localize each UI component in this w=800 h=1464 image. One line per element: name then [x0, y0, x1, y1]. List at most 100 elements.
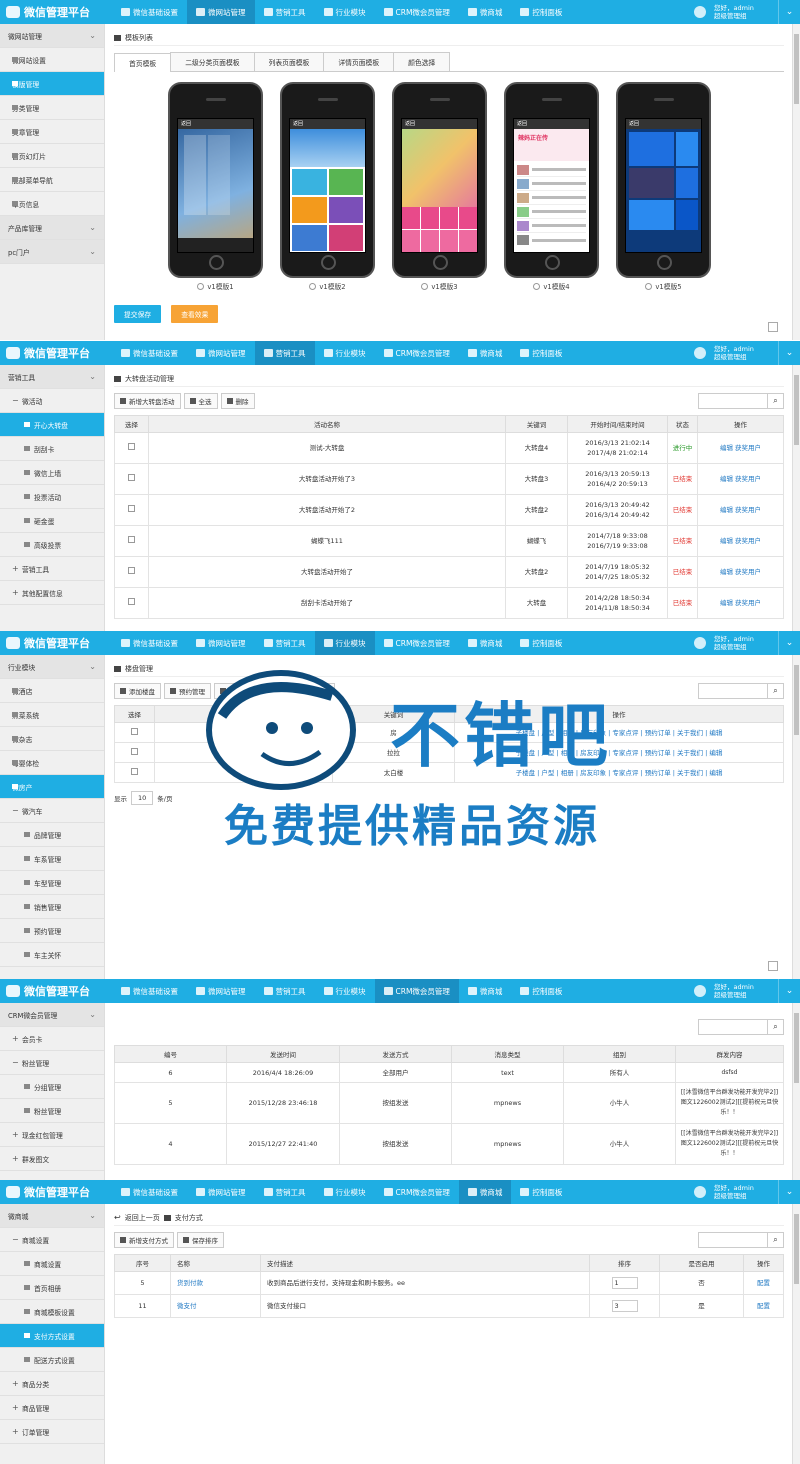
search-icon[interactable]: ⌕ — [768, 683, 784, 699]
payment-name-link[interactable]: 微支付 — [170, 1294, 261, 1318]
scrollbar[interactable] — [792, 365, 800, 631]
home-icon[interactable] — [163, 1214, 171, 1221]
row-checkbox[interactable] — [128, 505, 135, 512]
row-checkbox[interactable] — [128, 536, 135, 543]
home-icon[interactable] — [114, 665, 121, 672]
edit-link[interactable]: 编辑 — [720, 475, 733, 483]
row-checkbox[interactable] — [128, 598, 135, 605]
sidebar-item[interactable]: 分类管理 — [0, 96, 104, 120]
nav-item-0[interactable]: 微信基础设置 — [112, 341, 187, 365]
nav-item-2[interactable]: 营销工具 — [255, 979, 315, 1003]
user-box[interactable]: 您好，admin 超级管理组 — [688, 0, 778, 24]
row-checkbox[interactable] — [131, 727, 138, 735]
sidebar-item[interactable]: + 商品分类 — [0, 1372, 104, 1396]
resize-icon[interactable] — [768, 322, 778, 332]
sidebar-item[interactable]: 行业模块 ⌄ — [0, 655, 104, 679]
nav-item-1[interactable]: 微网站管理 — [187, 0, 255, 24]
save-button[interactable]: 提交保存 — [114, 305, 162, 323]
sidebar-item[interactable]: 微杂志 — [0, 727, 104, 751]
chevron-down-icon[interactable]: ⌄ — [778, 631, 800, 655]
template-option[interactable]: 返回 v1模版2 — [280, 82, 375, 291]
radio-icon[interactable] — [533, 282, 541, 290]
sidebar-item[interactable]: 产品库管理 ⌄ — [0, 216, 104, 240]
nav-item-6[interactable]: 控制面板 — [511, 341, 571, 365]
collapse-icon[interactable]: − — [12, 396, 19, 405]
sidebar-item[interactable]: 底部菜单导航 — [0, 168, 104, 192]
sidebar-item[interactable]: − 粉丝管理 — [0, 1051, 104, 1075]
sidebar-item[interactable]: 商城设置 — [0, 1252, 104, 1276]
home-icon[interactable] — [114, 375, 121, 382]
row-checkbox[interactable] — [131, 767, 138, 775]
edit-link[interactable]: 编辑 — [720, 537, 733, 545]
sidebar-item[interactable]: 销售管理 — [0, 895, 104, 919]
sidebar-item[interactable]: 母婴体检 — [0, 751, 104, 775]
sidebar-item[interactable]: pc门户 ⌄ — [0, 240, 104, 264]
expand-icon[interactable]: + — [12, 1427, 19, 1436]
sidebar-item[interactable]: + 群发图文 — [0, 1147, 104, 1171]
expand-icon[interactable]: + — [12, 588, 19, 597]
nav-item-0[interactable]: 微信基础设置 — [112, 631, 187, 655]
nav-item-4[interactable]: CRM微会员管理 — [375, 0, 459, 24]
sidebar-item[interactable]: − 微汽车 — [0, 799, 104, 823]
edit-link[interactable]: 编辑 — [720, 568, 733, 576]
tab-detail-template[interactable]: 详情页面模板 — [323, 52, 395, 71]
nav-item-3[interactable]: 行业模块 — [315, 0, 375, 24]
winners-link[interactable]: 获奖用户 — [735, 444, 761, 452]
config-link[interactable]: 配置 — [743, 1294, 784, 1318]
scrollbar[interactable] — [792, 1003, 800, 1180]
sidebar-item[interactable]: 高级投票 — [0, 533, 104, 557]
winners-link[interactable]: 获奖用户 — [735, 537, 761, 545]
sidebar-item[interactable]: + 会员卡 — [0, 1027, 104, 1051]
sidebar-item[interactable]: 品牌管理 — [0, 823, 104, 847]
nav-item-4[interactable]: CRM微会员管理 — [375, 341, 459, 365]
winners-link[interactable]: 获奖用户 — [735, 568, 761, 576]
nav-item-6[interactable]: 控制面板 — [511, 631, 571, 655]
search-input[interactable] — [698, 1019, 768, 1035]
sidebar-item[interactable]: + 其他配置信息 — [0, 581, 104, 605]
nav-item-2[interactable]: 营销工具 — [255, 0, 315, 24]
expand-icon[interactable]: + — [12, 1154, 19, 1163]
home-icon[interactable] — [114, 34, 121, 41]
nav-item-5[interactable]: 微商城 — [459, 0, 512, 24]
ops-links[interactable]: 子楼盘 | 户型 | 相册 | 房友印象 | 专家点评 | 预约订单 | 关于我… — [454, 742, 784, 763]
nav-item-6[interactable]: 控制面板 — [511, 979, 571, 1003]
collapse-icon[interactable]: − — [12, 1058, 19, 1067]
row-checkbox[interactable] — [128, 474, 135, 481]
expand-icon[interactable]: + — [12, 1379, 19, 1388]
sidebar-item[interactable]: 首页幻灯片 — [0, 144, 104, 168]
sidebar-item[interactable]: 商城模板设置 — [0, 1300, 104, 1324]
winners-link[interactable]: 获奖用户 — [735, 506, 761, 514]
nav-item-3[interactable]: 行业模块 — [315, 341, 375, 365]
nav-item-2[interactable]: 营销工具 — [254, 341, 315, 365]
sidebar-item[interactable]: 单页信息 — [0, 192, 104, 216]
sidebar-item[interactable]: − 微活动 — [0, 389, 104, 413]
sidebar-item[interactable]: + 订单管理 — [0, 1420, 104, 1444]
search-input[interactable] — [698, 683, 768, 699]
nav-item-5[interactable]: 微商城 — [459, 631, 512, 655]
nav-item-0[interactable]: 微信基础设置 — [112, 1180, 187, 1204]
nav-item-5[interactable]: 微商城 — [459, 979, 512, 1003]
nav-item-1[interactable]: 微网站管理 — [187, 631, 255, 655]
chevron-down-icon[interactable]: ⌄ — [778, 979, 800, 1003]
sidebar-item[interactable]: 车型管理 — [0, 871, 104, 895]
edit-link[interactable]: 编辑 — [720, 444, 733, 452]
sidebar-item[interactable]: 模版管理 — [0, 72, 104, 96]
select-all-button[interactable]: 全选 — [264, 683, 298, 699]
chevron-down-icon[interactable]: ⌄ — [778, 341, 800, 365]
collapse-icon[interactable]: − — [12, 1235, 19, 1244]
nav-item-4[interactable]: CRM微会员管理 — [374, 979, 459, 1003]
sidebar-item[interactable]: 文章管理 — [0, 120, 104, 144]
scrollbar[interactable] — [792, 1204, 800, 1464]
template-option[interactable]: 返回 v1模版1 — [168, 82, 263, 291]
nav-item-0[interactable]: 微信基础设置 — [112, 979, 187, 1003]
booking-manage-button[interactable]: 预约管理 — [164, 683, 211, 699]
sidebar-item[interactable]: 点菜系统 — [0, 703, 104, 727]
nav-item-5[interactable]: 微商城 — [458, 1180, 512, 1204]
expand-icon[interactable]: + — [12, 564, 19, 573]
sidebar-item[interactable]: 微商城 ⌄ — [0, 1204, 104, 1228]
sidebar-item[interactable]: 营销工具 ⌄ — [0, 365, 104, 389]
template-option[interactable]: 返回 v1模版3 — [392, 82, 487, 291]
tab-list-template[interactable]: 列表页面模板 — [253, 52, 325, 71]
sidebar-item[interactable]: 首页相册 — [0, 1276, 104, 1300]
search-input[interactable] — [698, 1232, 768, 1248]
